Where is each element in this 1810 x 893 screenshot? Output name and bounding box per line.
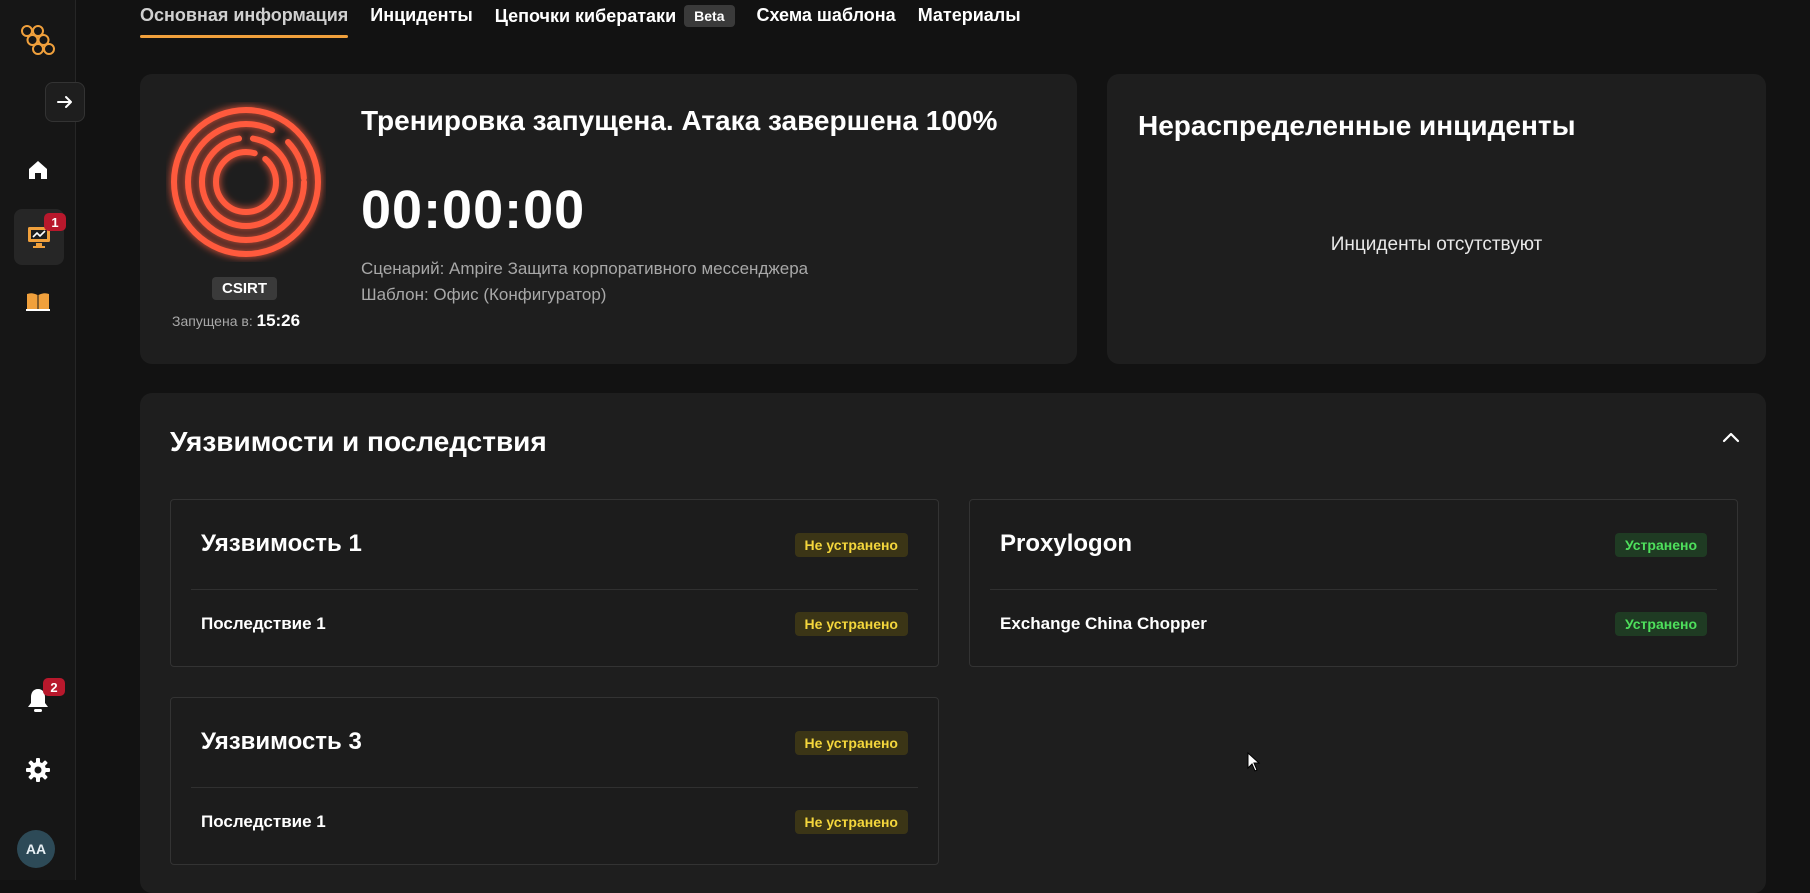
home-icon[interactable] <box>0 150 75 190</box>
vulnerability-title: Уязвимость 3 <box>201 728 362 755</box>
chevron-up-icon[interactable] <box>1722 431 1740 443</box>
tab-label: Цепочки кибератаки <box>494 5 677 26</box>
scenario: Сценарий: Ampire Защита корпоративного м… <box>361 259 809 278</box>
tab-main-info[interactable]: Основная информация <box>140 0 349 38</box>
divider <box>990 589 1717 590</box>
divider <box>191 589 918 590</box>
tab-template-schema[interactable]: Схема шаблона <box>757 0 896 38</box>
unassigned-incidents-card: Нераспределенные инциденты Инциденты отс… <box>1107 74 1766 364</box>
vulnerability-card[interactable]: Уязвимость 1 Не устранено Последствие 1 … <box>170 499 939 667</box>
status-badge: Не устранено <box>794 810 908 834</box>
gear-icon[interactable] <box>0 750 75 790</box>
status-badge: Не устранено <box>794 612 908 636</box>
logo-icon[interactable] <box>0 18 75 58</box>
sidebar-item-trainings[interactable]: 1 <box>14 209 66 265</box>
training-meta: Сценарий: Ampire Защита корпоративного м… <box>361 256 808 308</box>
training-title: Тренировка запущена. Атака завершена 100… <box>361 105 998 136</box>
started-time: 15:26 <box>256 311 301 330</box>
vulnerability-title: Proxylogon <box>1000 530 1133 557</box>
sidebar: 1 2 AA <box>0 0 76 880</box>
mouse-cursor-icon <box>1247 752 1261 772</box>
status-badge: Устранено <box>1614 612 1707 636</box>
timer: 00:00:00 <box>361 180 586 240</box>
tab-incidents[interactable]: Инциденты <box>370 0 472 38</box>
training-status-card: CSIRT Запущена в: 15:26 Тренировка запущ… <box>140 74 1077 364</box>
vulnerability-title: Уязвимость 1 <box>201 530 362 557</box>
started-label: Запущена в: <box>172 313 253 329</box>
consequence-label: Последствие 1 <box>201 812 326 831</box>
empty-state-text: Инциденты отсутствуют <box>1330 234 1543 255</box>
tab-bar: Основная информация Инциденты Цепочки ки… <box>140 0 1043 45</box>
team-badge: CSIRT <box>212 277 277 300</box>
target-rings-icon <box>171 107 321 257</box>
consequence-label: Последствие 1 <box>201 614 326 633</box>
started-at: Запущена в: 15:26 <box>172 311 300 331</box>
tab-attack-chains[interactable]: Цепочки кибератаки Beta <box>495 0 735 39</box>
unassigned-title: Нераспределенные инциденты <box>1138 110 1576 141</box>
divider <box>191 787 918 788</box>
vulnerabilities-section: Уязвимости и последствия Уязвимость 1 Не… <box>140 393 1766 893</box>
expand-sidebar-button[interactable] <box>45 82 85 122</box>
beta-badge: Beta <box>684 5 735 27</box>
vulnerability-card[interactable]: Proxylogon Устранено Exchange China Chop… <box>969 499 1738 667</box>
avatar[interactable]: AA <box>17 830 55 868</box>
status-badge: Устранено <box>1614 533 1707 557</box>
vulnerability-card[interactable]: Уязвимость 3 Не устранено Последствие 1 … <box>170 697 939 865</box>
template: Шаблон: Офис (Конфигуратор) <box>361 285 607 304</box>
section-title: Уязвимости и последствия <box>170 426 547 457</box>
book-icon[interactable] <box>0 282 75 322</box>
consequence-label: Exchange China Chopper <box>1000 614 1207 633</box>
bell-icon[interactable]: 2 <box>0 678 75 722</box>
arrow-right-icon <box>57 96 72 108</box>
status-badge: Не устранено <box>794 731 908 755</box>
notification-badge: 2 <box>43 678 65 696</box>
notification-badge: 1 <box>44 213 66 231</box>
status-badge: Не устранено <box>794 533 908 557</box>
tab-materials[interactable]: Материалы <box>918 0 1021 38</box>
